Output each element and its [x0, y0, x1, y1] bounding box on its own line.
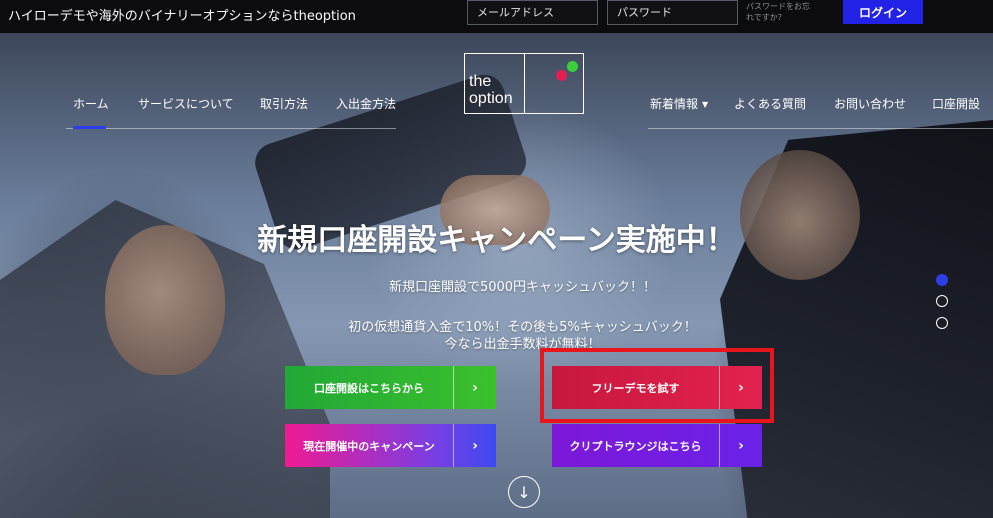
chevron-right-icon: › — [719, 424, 762, 467]
highlight-box — [540, 348, 774, 423]
login-button[interactable]: ログイン — [843, 0, 923, 24]
logo-divider — [524, 54, 525, 113]
campaign-button[interactable]: 現在開催中のキャンペーン › — [285, 424, 496, 467]
nav-divider-left — [66, 128, 396, 129]
nav-divider-right — [648, 128, 993, 129]
site-logo[interactable]: the option — [464, 53, 584, 114]
nav-item-home[interactable]: ホーム — [73, 95, 109, 112]
slider-dot-1[interactable] — [936, 274, 948, 286]
forgot-password-link[interactable]: パスワードをお忘 れですか？ — [746, 1, 824, 23]
logo-text: the option — [469, 73, 513, 107]
campaign-label: 現在開催中のキャンペーン — [303, 439, 435, 453]
logo-line2: option — [469, 90, 513, 107]
slider-dot-3[interactable] — [936, 317, 948, 329]
nav-item-news-label: 新着情報 — [650, 97, 699, 111]
arrow-down-icon[interactable]: ↓ — [508, 476, 540, 508]
nav-item-services[interactable]: サービスについて — [138, 95, 234, 112]
nav-item-news[interactable]: 新着情報 ▼ — [650, 95, 708, 112]
email-input[interactable] — [467, 0, 598, 25]
top-bar: ハイローデモや海外のバイナリーオプションならtheoption パスワードをお忘… — [0, 0, 993, 33]
crypto-lounge-button[interactable]: クリプトラウンジはこちら › — [552, 424, 762, 467]
caret-down-icon: ▼ — [702, 100, 709, 109]
hero-line-fee: 今なら出金手数料が無料！ — [444, 337, 601, 352]
site-tagline: ハイローデモや海外のバイナリーオプションならtheoption — [8, 9, 356, 24]
nav-item-open-account[interactable]: 口座開設 — [932, 95, 980, 112]
slider-dot-2[interactable] — [936, 295, 948, 307]
nav-item-deposit[interactable]: 入出金方法 — [336, 95, 396, 112]
open-account-label: 口座開設はこちらから — [314, 381, 424, 395]
open-account-button[interactable]: 口座開設はこちらから › — [285, 366, 496, 409]
password-input[interactable] — [607, 0, 738, 25]
nav-active-indicator — [73, 126, 106, 129]
nav-item-faq[interactable]: よくある質問 — [734, 95, 806, 112]
forgot-password-line2: れですか？ — [746, 13, 786, 22]
forgot-password-line1: パスワードをお忘 — [746, 2, 810, 11]
crypto-lounge-label: クリプトラウンジはこちら — [569, 439, 702, 453]
nav-item-contact[interactable]: お問い合わせ — [834, 95, 906, 112]
hero-line-cashback: 新規口座開設で5000円キャッシュバック！！ — [388, 280, 657, 295]
hero-title: 新規口座開設キャンペーン実施中！ — [257, 223, 736, 258]
logo-green-dot — [567, 61, 578, 72]
chevron-right-icon: › — [453, 424, 496, 467]
nav-item-trading[interactable]: 取引方法 — [260, 95, 308, 112]
logo-red-dot — [556, 70, 567, 81]
chevron-right-icon: › — [453, 366, 496, 409]
logo-line1: the — [469, 73, 492, 90]
